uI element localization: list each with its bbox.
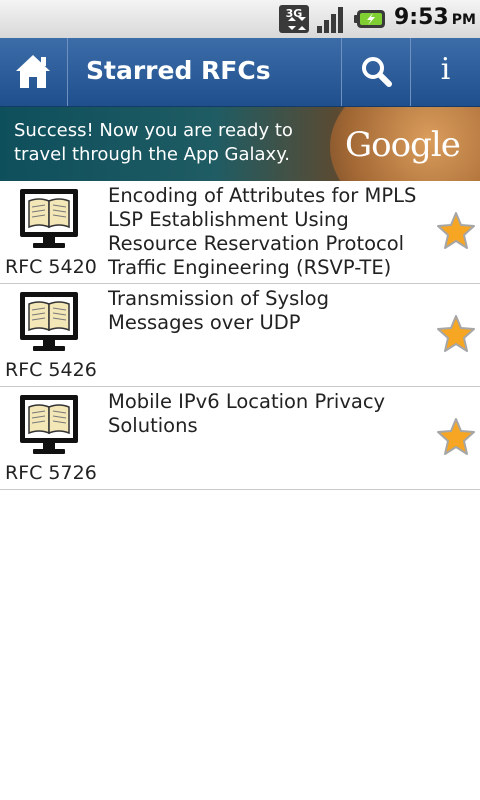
clock-ampm: PM (451, 12, 476, 28)
page-title: Starred RFCs (86, 56, 271, 85)
clock: 9:53 PM (394, 5, 476, 30)
ad-banner[interactable]: Success! Now you are ready to travel thr… (0, 107, 480, 181)
battery-charging-icon (354, 10, 385, 28)
rfc-title: Transmission of Syslog Messages over UDP (108, 287, 329, 334)
rfc-number: RFC 5426 (5, 359, 97, 381)
home-icon (16, 55, 50, 88)
rfc-number: RFC 5420 (5, 256, 97, 278)
book-monitor-icon (20, 292, 78, 351)
status-bar: 3G 9:53 PM (0, 0, 480, 39)
rfc-list: RFC 5420 Encoding of Attributes for MPLS… (0, 181, 480, 490)
signal-bars-icon (317, 7, 343, 33)
list-item[interactable]: RFC 5420 Encoding of Attributes for MPLS… (0, 181, 480, 284)
list-item[interactable]: RFC 5426 Transmission of Syslog Messages… (0, 284, 480, 387)
star-icon[interactable] (436, 211, 476, 251)
search-icon (362, 57, 392, 87)
google-logo: Google (345, 125, 461, 165)
star-icon[interactable] (436, 417, 476, 457)
title-bar: Starred RFCs i (0, 38, 480, 107)
book-monitor-icon (20, 189, 78, 248)
rfc-number: RFC 5726 (5, 462, 97, 484)
book-monitor-icon (20, 395, 78, 454)
star-icon[interactable] (436, 314, 476, 354)
ad-text: Success! Now you are ready to travel thr… (14, 120, 293, 165)
info-icon: i (440, 52, 451, 87)
3g-data-icon: 3G (279, 5, 309, 33)
clock-time: 9:53 (394, 5, 449, 30)
title-separator (67, 38, 68, 106)
search-button[interactable] (342, 38, 410, 106)
rfc-title: Mobile IPv6 Location Privacy Solutions (108, 390, 386, 437)
list-item[interactable]: RFC 5726 Mobile IPv6 Location Privacy So… (0, 387, 480, 490)
rfc-title: Encoding of Attributes for MPLS LSP Esta… (108, 184, 417, 279)
info-button[interactable]: i (411, 38, 480, 106)
home-button[interactable] (0, 38, 66, 106)
